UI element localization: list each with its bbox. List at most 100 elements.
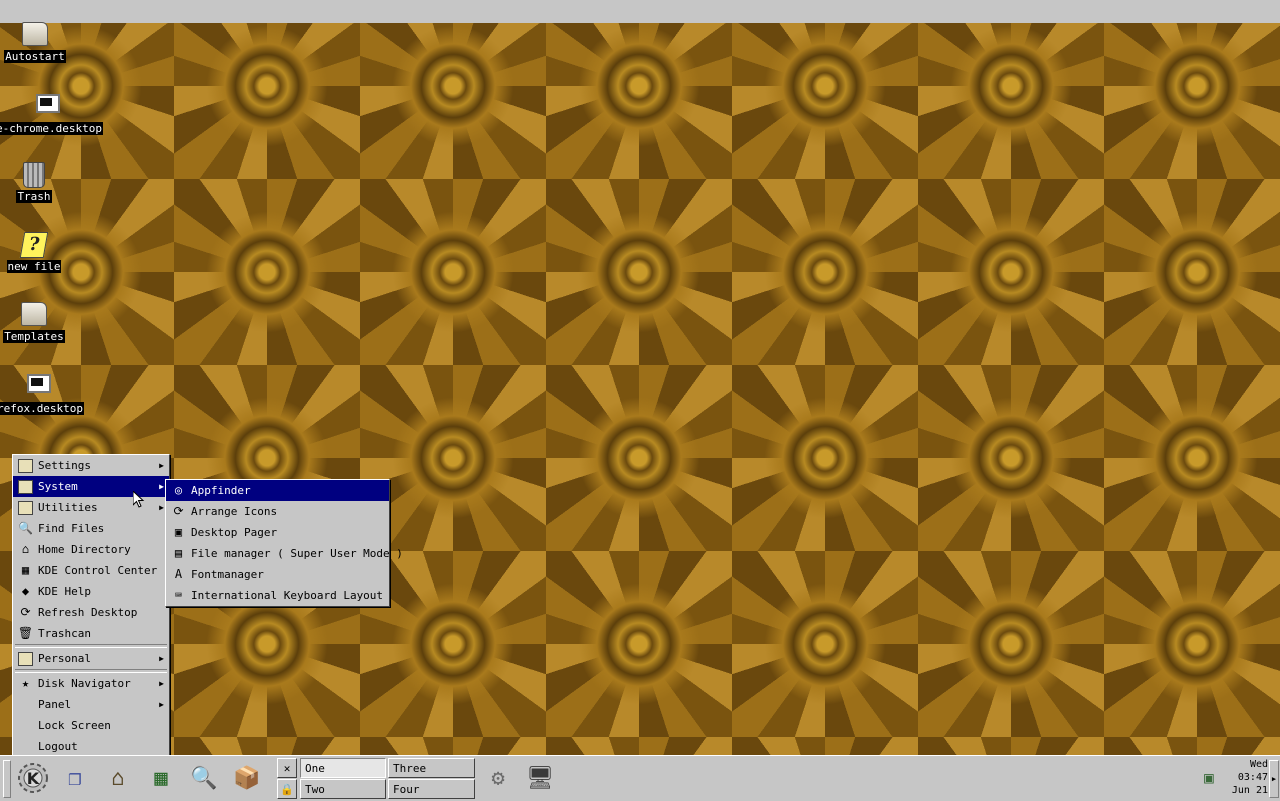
help-icon: ◆ [21,584,30,598]
menu-item-logout[interactable]: Logout [13,736,169,757]
panel-hide-button[interactable]: ▶ [1269,760,1279,798]
taskbar: K ❐ ⌂ ▦ 🔍 📦 ✕ 🔒 One Two Three Four ⚙ 🖥 ▣… [0,755,1280,801]
menu-item-trashcan[interactable]: 🗑 Trashcan [13,623,169,644]
submenu-item-label: File manager ( Super User Mode ) [191,547,403,560]
menu-item-label: System [38,480,78,493]
menu-item-label: Settings [38,459,91,472]
submenu-item-label: Desktop Pager [191,526,278,539]
menu-item-lock-screen[interactable]: Lock Screen [13,715,169,736]
menu-item-label: KDE Control Center [38,564,158,577]
file-manager-icon: ▤ [174,546,183,560]
desktop-icon-firefox[interactable]: refox.desktop [0,372,95,415]
utilities-box-icon [18,500,33,515]
appfinder-icon: ◎ [174,483,183,497]
pager-desktop-two[interactable]: Two [300,779,386,799]
desktop-icon-new-file[interactable]: ? new file [0,232,89,273]
keyboard-icon: ⌨ [174,588,183,602]
menu-item-personal[interactable]: Personal ▶ [13,648,169,669]
gear-icon: ⚙ [491,765,505,791]
submenu-item-label: Appfinder [191,484,251,497]
menu-item-disk-navigator[interactable]: ★ Disk Navigator ▶ [13,673,169,694]
submenu-item-keyboard-layout[interactable]: ⌨ International Keyboard Layout [166,585,389,606]
menu-item-label: Home Directory [38,543,131,556]
menu-item-settings[interactable]: Settings ▶ [13,455,169,476]
submenu-item-fontmanager[interactable]: A Fontmanager [166,564,389,585]
menu-item-kde-control-center[interactable]: ▦ KDE Control Center [13,560,169,581]
menu-item-home-directory[interactable]: ⌂ Home Directory [13,539,169,560]
package-icon: 📦 [233,765,261,791]
clock[interactable]: Wed 03:47 Jun 21 [1232,758,1268,797]
pager-desktop-one[interactable]: One [300,758,386,778]
system-box-icon [18,479,33,494]
font-icon: A [174,567,183,581]
lock-button[interactable]: 🔒 [277,779,297,799]
submenu-item-appfinder[interactable]: ◎ Appfinder [166,480,389,501]
desktop-icon-chrome[interactable]: e-chrome.desktop [0,92,104,135]
settings-box-icon [18,458,33,473]
terminal-button[interactable]: ▦ [142,759,180,797]
close-window-button[interactable]: ✕ [277,758,297,778]
desktop-icon-autostart[interactable]: Autostart [0,22,90,63]
top-bar [0,0,1280,23]
pager-desktop-three[interactable]: Three [388,758,475,778]
panel-handle[interactable] [3,760,11,798]
package-button[interactable]: 📦 [228,759,266,797]
desktop-icon-trash[interactable]: Trash [0,162,89,203]
pager-icon: ▣ [174,525,183,539]
submenu-arrow-icon: ▶ [159,503,164,512]
mouse-cursor-icon [133,491,145,508]
pager-label: One [305,762,325,775]
settings-button[interactable]: ⚙ [479,759,517,797]
menu-item-find-files[interactable]: 🔍 Find Files [13,518,169,539]
home-folder-icon: ⌂ [111,765,125,791]
submenu-item-desktop-pager[interactable]: ▣ Desktop Pager [166,522,389,543]
menu-item-refresh-desktop[interactable]: ⟳ Refresh Desktop [13,602,169,623]
kde-gear-icon: K [18,763,48,793]
arrange-icon: ⟳ [173,504,184,518]
clock-day: Wed [1249,759,1268,770]
menu-item-label: Utilities [38,501,98,514]
magnifier-icon: 🔍 [190,765,218,791]
disk-navigator-icon: ★ [21,676,30,690]
submenu-arrow-icon: ▶ [159,654,164,663]
screens-button[interactable]: 🖥 [521,759,559,797]
find-button[interactable]: 🔍 [185,759,223,797]
clock-date: Jun 21 [1231,785,1268,796]
desktop-icon-label: e-chrome.desktop [0,122,103,135]
menu-item-label: Disk Navigator [38,677,131,690]
arrow-right-icon: ▶ [1271,775,1277,783]
menu-item-utilities[interactable]: Utilities ▶ [13,497,169,518]
desktop-icon-label: refox.desktop [0,402,85,415]
submenu-item-arrange-icons[interactable]: ⟳ Arrange Icons [166,501,389,522]
folder-icon [21,302,47,326]
submenu-arrow-icon: ▶ [159,679,164,688]
terminal-icon [27,374,51,393]
menu-item-label: Find Files [38,522,105,535]
menu-item-label: Personal [38,652,91,665]
lock-icon: 🔒 [280,782,294,796]
terminal-icon: ▦ [154,765,168,791]
window-list-button[interactable]: ❐ [56,759,94,797]
submenu-item-file-manager[interactable]: ▤ File manager ( Super User Mode ) [166,543,403,564]
folder-icon [22,22,48,46]
find-files-icon: 🔍 [18,521,33,535]
home-button[interactable]: ⌂ [99,759,137,797]
kde-start-button[interactable]: K [14,759,52,797]
menu-item-panel[interactable]: Panel ▶ [13,694,169,715]
menu-item-label: Panel [38,698,72,711]
trash-icon [23,162,45,188]
tray-network-icon[interactable]: ▣ [1196,762,1222,792]
desktop-icon-templates[interactable]: Templates [0,302,89,343]
desktop-icon-label: Templates [3,330,65,343]
pager-desktop-four[interactable]: Four [388,779,475,799]
monitor-icon: 🖥 [526,765,554,791]
close-icon: ✕ [283,761,291,775]
start-menu: Settings ▶ System ▶ Utilities ▶ 🔍 Find F… [12,454,170,758]
personal-box-icon [18,651,33,666]
system-submenu: ◎ Appfinder ⟳ Arrange Icons ▣ Desktop Pa… [165,479,403,607]
menu-item-system[interactable]: System ▶ [13,476,169,497]
submenu-item-label: Arrange Icons [191,505,278,518]
menu-item-kde-help[interactable]: ◆ KDE Help [13,581,169,602]
pager-label: Three [393,762,427,775]
clock-time: 03:47 [1237,772,1268,783]
